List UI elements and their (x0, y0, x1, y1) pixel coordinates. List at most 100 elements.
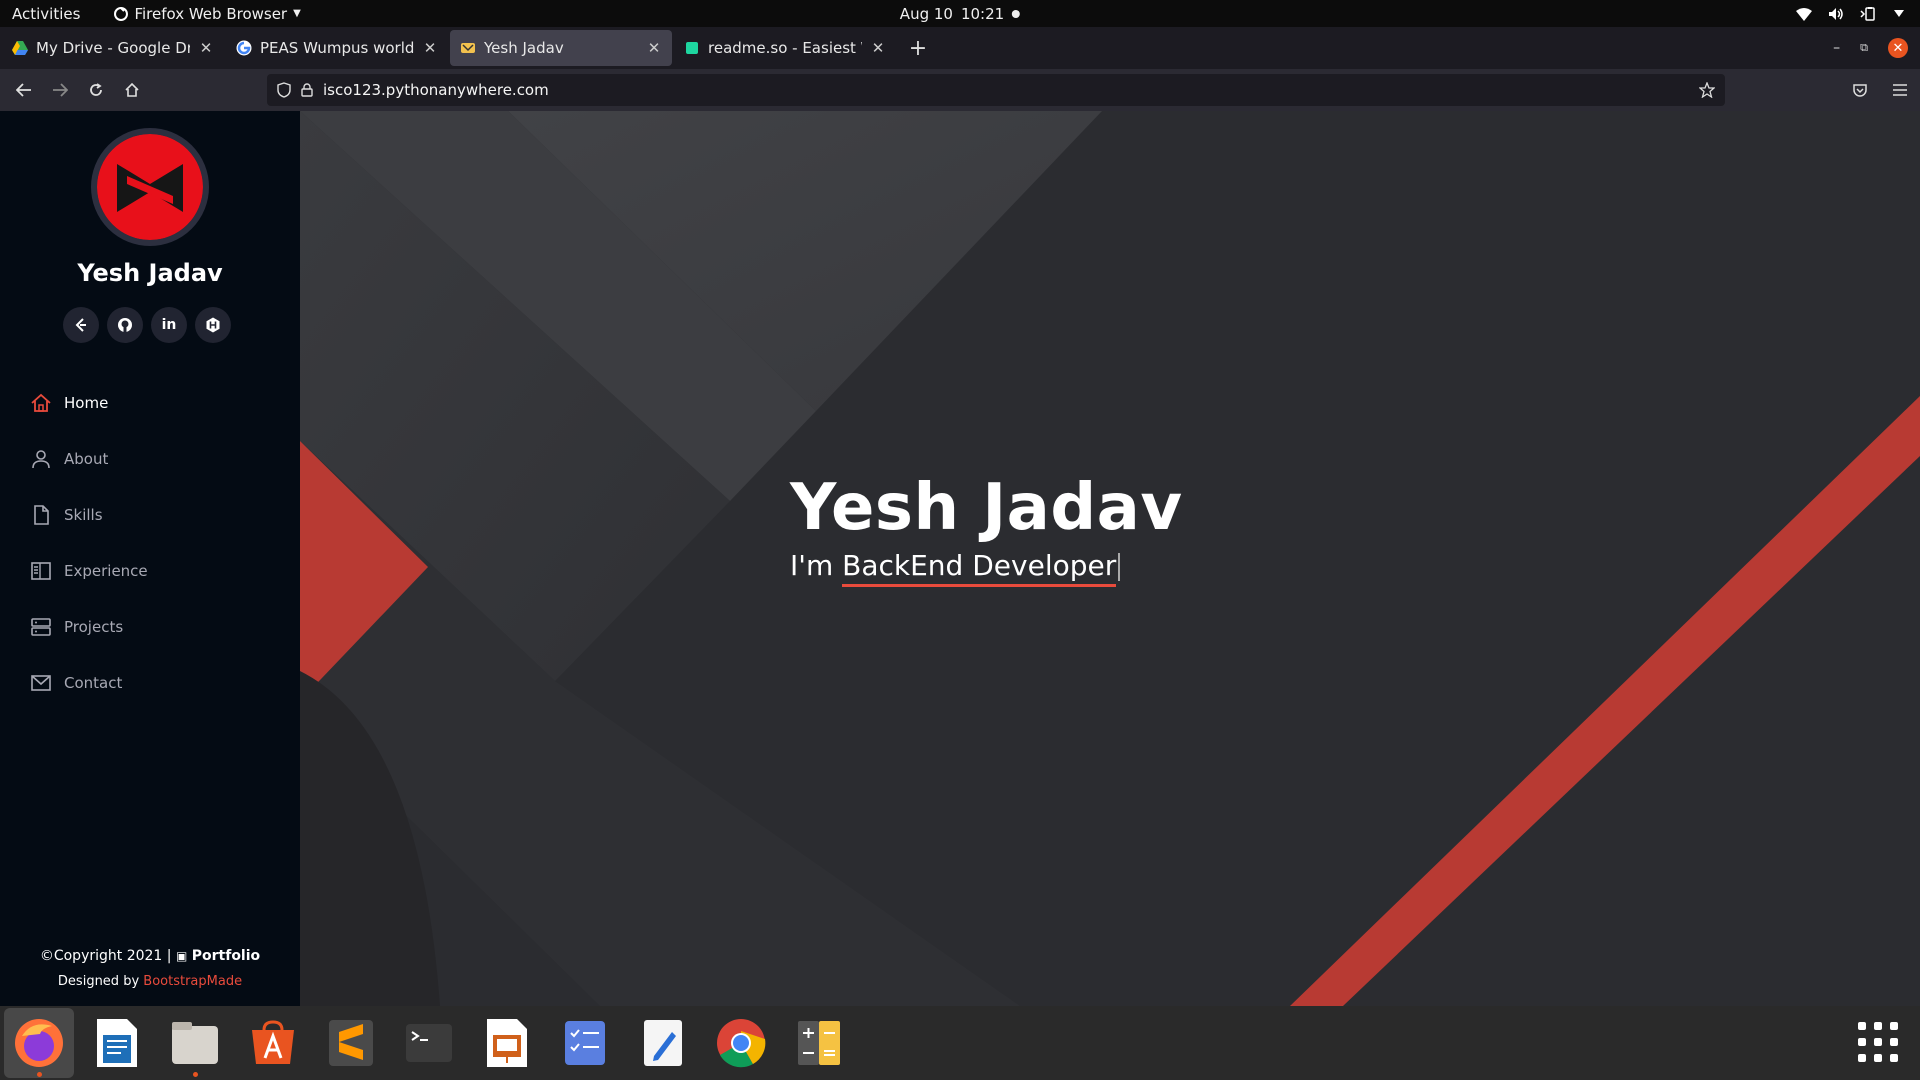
brand-name: Portfolio (191, 948, 261, 964)
portfolio-brand-icon: ▣ (175, 949, 188, 963)
tasks-icon (565, 1021, 605, 1065)
linkedin-link[interactable]: in (151, 307, 187, 343)
webpage: Yesh Jadav in Home About Skills Experien… (0, 111, 1920, 1006)
profile-name: Yesh Jadav (77, 259, 223, 287)
nav-item-experience[interactable]: Experience (30, 543, 148, 599)
dock-firefox[interactable] (4, 1008, 74, 1078)
person-icon (32, 450, 50, 469)
hackerrank-link[interactable] (195, 307, 231, 343)
google-drive-icon (12, 41, 28, 55)
dock-writer[interactable] (82, 1008, 152, 1078)
tab-google-drive[interactable]: My Drive - Google Drive ✕ (2, 30, 224, 66)
grid-dot (1858, 1038, 1866, 1046)
nav-item-skills[interactable]: Skills (30, 487, 148, 543)
logo-icon (97, 134, 203, 240)
hamburger-menu-icon[interactable] (1892, 83, 1908, 97)
tab-title: Yesh Jadav (484, 39, 564, 57)
grid-dot (1874, 1022, 1882, 1030)
forward-button[interactable] (42, 74, 78, 106)
writer-icon (97, 1019, 137, 1067)
site-favicon-icon (461, 43, 475, 53)
leetcode-link[interactable] (63, 307, 99, 343)
minimize-button[interactable]: – (1833, 40, 1840, 56)
grid-dot (1890, 1054, 1898, 1062)
back-button[interactable] (6, 74, 42, 106)
browser-tab-bar: My Drive - Google Drive ✕ PEAS Wumpus wo… (0, 27, 1920, 69)
dock-text-editor[interactable] (628, 1008, 698, 1078)
system-tray[interactable] (1796, 6, 1904, 21)
arrow-left-icon (16, 83, 31, 97)
dock-tasks[interactable] (550, 1008, 620, 1078)
tab-peas-wumpus[interactable]: PEAS Wumpus world Sen ✕ (226, 30, 448, 66)
profile-avatar (91, 128, 209, 246)
typed-role: BackEnd Developer (842, 549, 1117, 587)
tab-title: My Drive - Google Drive (36, 39, 190, 57)
dock-chrome[interactable] (706, 1008, 776, 1078)
dock-impress[interactable] (472, 1008, 542, 1078)
close-icon[interactable]: ✕ (870, 39, 886, 57)
reload-button[interactable] (78, 74, 114, 106)
close-icon[interactable]: ✕ (422, 39, 438, 57)
close-icon[interactable]: ✕ (646, 39, 662, 57)
dock-software[interactable] (238, 1008, 308, 1078)
dock-terminal[interactable] (394, 1008, 464, 1078)
time-label: 10:21 (960, 4, 1005, 23)
nav-item-label: Contact (64, 674, 123, 692)
grid-dot (1874, 1054, 1882, 1062)
dock-files[interactable] (160, 1008, 230, 1078)
home-icon (31, 393, 51, 412)
nav-menu: Home About Skills Experience Projects Co… (30, 375, 148, 711)
hero-section: Yesh Jadav I'm BackEnd Developer (300, 111, 1920, 1006)
nav-item-projects[interactable]: Projects (30, 599, 148, 655)
dock-calculator[interactable] (784, 1008, 854, 1078)
dock-sublime[interactable] (316, 1008, 386, 1078)
copyright-icon: © (39, 948, 54, 964)
nav-item-label: Experience (64, 562, 148, 580)
close-window-button[interactable]: ✕ (1888, 38, 1908, 58)
reload-icon (90, 83, 102, 96)
readme-icon (686, 42, 698, 54)
nav-item-about[interactable]: About (30, 431, 148, 487)
nav-item-contact[interactable]: Contact (30, 655, 148, 711)
pocket-icon[interactable] (1852, 82, 1868, 98)
nav-item-label: About (64, 450, 109, 468)
file-icon (34, 505, 49, 525)
github-icon (118, 318, 132, 332)
calculator-icon (798, 1021, 840, 1065)
firefox-small-icon (114, 6, 129, 21)
url-text: isco123.pythonanywhere.com (323, 81, 549, 99)
app-menu-label: Firefox Web Browser (134, 4, 288, 23)
running-indicator (36, 1072, 42, 1077)
star-icon[interactable] (1699, 82, 1715, 98)
new-tab-button[interactable]: + (900, 30, 936, 66)
close-icon[interactable]: ✕ (198, 39, 214, 57)
show-applications-button[interactable] (1856, 1020, 1900, 1064)
grid-dot (1890, 1038, 1898, 1046)
address-bar[interactable]: isco123.pythonanywhere.com (267, 74, 1725, 106)
ubuntu-dock (0, 1006, 1920, 1080)
clock[interactable]: Aug 10 10:21 (900, 4, 1021, 23)
sidebar-footer: ©Copyright 2021 | ▣ Portfolio Designed b… (0, 943, 300, 995)
running-indicator (192, 1072, 198, 1077)
text-editor-icon (644, 1020, 682, 1066)
book-icon (31, 562, 51, 580)
tab-readme-so[interactable]: readme.so - Easiest Way t ✕ (674, 30, 896, 66)
restore-button[interactable]: ⧉ (1860, 41, 1868, 55)
home-button[interactable] (114, 74, 150, 106)
github-link[interactable] (107, 307, 143, 343)
files-icon (172, 1022, 218, 1064)
google-icon (236, 40, 252, 56)
wifi-icon (1796, 7, 1812, 21)
grid-dot (1890, 1022, 1898, 1030)
app-menu[interactable]: Firefox Web Browser ▼ (114, 4, 301, 23)
power-menu-icon (1894, 9, 1904, 17)
hero-content: Yesh Jadav I'm BackEnd Developer (790, 471, 1183, 587)
shield-icon (277, 82, 291, 98)
nav-item-label: Home (64, 394, 109, 412)
nav-item-home[interactable]: Home (30, 375, 148, 431)
tab-yesh-jadav[interactable]: Yesh Jadav ✕ (450, 30, 672, 66)
tab-title: readme.so - Easiest Way t (708, 39, 862, 57)
chevron-down-icon: ▼ (293, 8, 301, 19)
bootstrapmade-link[interactable]: BootstrapMade (143, 974, 242, 989)
activities-button[interactable]: Activities (12, 5, 80, 23)
